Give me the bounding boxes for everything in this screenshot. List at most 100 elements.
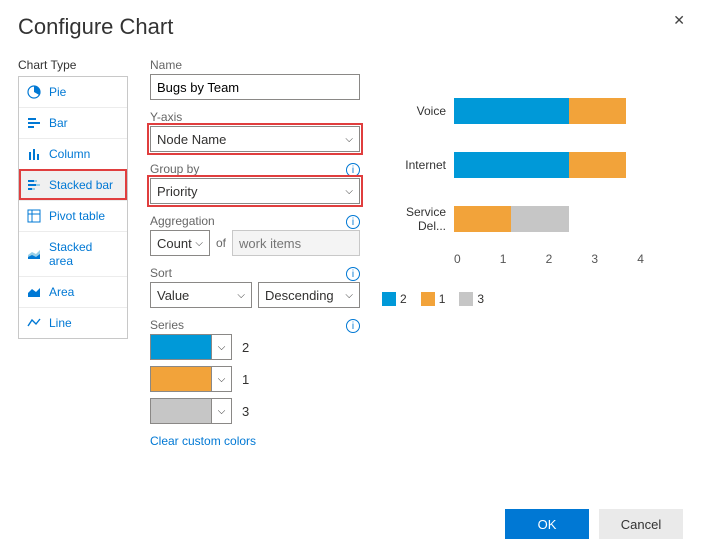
agg-of: of [216,236,226,250]
color-swatch [151,399,211,423]
name-label: Name [150,58,360,72]
pivot-icon [27,209,41,223]
series-row: ⌵1 [150,366,360,392]
chart-segment [569,152,626,178]
type-area[interactable]: Area [19,276,127,307]
sort-field-select[interactable]: Value ⌵ [150,282,252,308]
chart-segment [454,98,569,124]
cancel-button[interactable]: Cancel [599,509,683,539]
type-label: Line [49,316,72,330]
sort-value: Value [157,288,189,303]
area-icon [27,285,41,299]
agg-label: Aggregation [150,214,215,228]
chevron-down-icon: ⌵ [218,342,226,353]
chart-type-list: Pie Bar Column Stacked bar [18,76,128,339]
chart-tick: 0 [454,252,500,266]
chart-segment [569,98,626,124]
type-label: Pivot table [49,209,105,223]
yaxis-label: Y-axis [150,110,360,124]
ok-button[interactable]: OK [505,509,589,539]
series-name: 3 [242,404,249,419]
sort-label: Sort [150,266,172,280]
pie-icon [27,85,41,99]
group-value: Priority [157,184,197,199]
series-color-select[interactable]: ⌵ [150,398,232,424]
line-icon [27,316,41,330]
name-input[interactable] [150,74,360,100]
chevron-down-icon: ⌵ [237,290,245,301]
chart-row: Internet [382,138,683,192]
type-label: Stacked bar [49,178,113,192]
legend-item: 1 [421,292,446,306]
close-icon[interactable]: ✕ [673,12,685,29]
type-label: Pie [49,85,66,99]
info-icon[interactable]: i [346,319,360,333]
type-stacked-bar[interactable]: Stacked bar [19,169,127,200]
type-label: Area [49,285,74,299]
chart-segment [454,152,569,178]
chart-type-label: Chart Type [18,58,128,72]
chart-category-label: Internet [382,158,454,172]
chart-tick: 3 [591,252,637,266]
type-label: Column [49,147,90,161]
sort-dir-select[interactable]: Descending ⌵ [258,282,360,308]
series-label: Series [150,318,184,332]
chart-segment [454,206,511,232]
info-icon[interactable]: i [346,267,360,281]
bar-icon [27,116,41,130]
chart-row: Voice [382,84,683,138]
chevron-down-icon: ⌵ [218,374,226,385]
yaxis-select[interactable]: Node Name ⌵ [150,126,360,152]
chevron-down-icon: ⌵ [218,406,226,417]
legend-label: 2 [400,292,407,306]
agg-value: Count [157,236,192,251]
series-name: 1 [242,372,249,387]
group-select[interactable]: Priority ⌵ [150,178,360,204]
agg-select[interactable]: Count ⌵ [150,230,210,256]
chevron-down-icon: ⌵ [195,238,203,249]
series-name: 2 [242,340,249,355]
legend-item: 2 [382,292,407,306]
stacked-area-icon [27,247,41,261]
chevron-down-icon: ⌵ [345,290,353,301]
group-label: Group by [150,162,199,176]
agg-target-input[interactable] [232,230,360,256]
clear-colors-link[interactable]: Clear custom colors [150,434,256,448]
color-swatch [151,367,211,391]
legend-swatch [421,292,435,306]
chart-tick: 4 [637,252,683,266]
stacked-bar-icon [27,178,41,192]
type-pie[interactable]: Pie [19,77,127,107]
info-icon[interactable]: i [346,215,360,229]
legend-swatch [459,292,473,306]
legend-label: 1 [439,292,446,306]
chart-preview: Voice Internet Service Del... [382,84,683,246]
type-pivot[interactable]: Pivot table [19,200,127,231]
chart-bar [454,206,683,232]
dialog-title: Configure Chart [18,14,683,40]
chart-category-label: Service Del... [382,205,454,233]
chart-segment [511,206,568,232]
type-column[interactable]: Column [19,138,127,169]
chart-x-axis: 01234 [454,252,683,266]
type-stacked-area[interactable]: Stacked area [19,231,127,276]
type-bar[interactable]: Bar [19,107,127,138]
chart-category-label: Voice [382,104,454,118]
info-icon[interactable]: i [346,163,360,177]
chart-tick: 1 [500,252,546,266]
chart-bar [454,152,683,178]
series-row: ⌵2 [150,334,360,360]
column-icon [27,147,41,161]
chevron-down-icon: ⌵ [345,134,353,145]
legend-item: 3 [459,292,484,306]
legend-label: 3 [477,292,484,306]
chevron-down-icon: ⌵ [345,186,353,197]
series-color-select[interactable]: ⌵ [150,334,232,360]
yaxis-value: Node Name [157,132,226,147]
color-swatch [151,335,211,359]
series-row: ⌵3 [150,398,360,424]
series-color-select[interactable]: ⌵ [150,366,232,392]
chart-legend: 2 1 3 [382,292,683,306]
type-line[interactable]: Line [19,307,127,338]
chart-bar [454,98,683,124]
